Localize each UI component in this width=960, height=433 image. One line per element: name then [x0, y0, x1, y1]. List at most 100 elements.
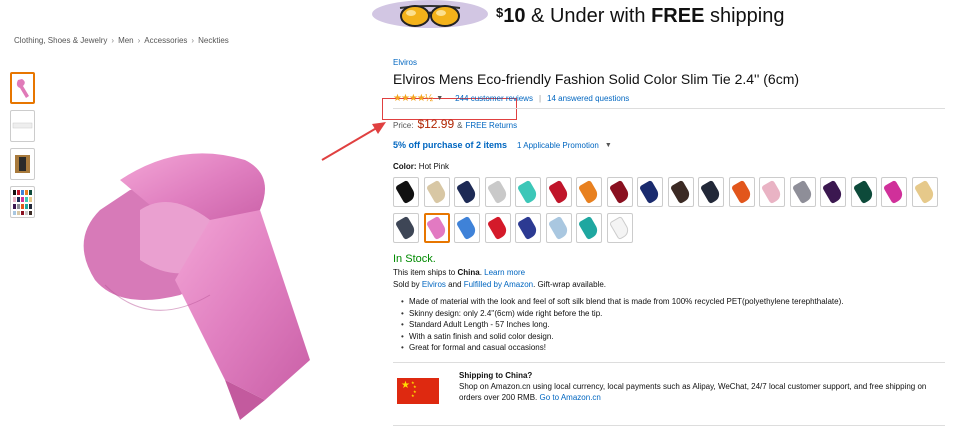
color-swatch[interactable] — [728, 177, 755, 207]
shipping-body: Shop on Amazon.cn using local currency, … — [459, 382, 927, 402]
price-row: Price: $12.99 & FREE Returns — [393, 117, 945, 131]
tie-swatch-icon — [516, 215, 540, 241]
tie-swatch-icon — [638, 179, 662, 205]
feature-bullet: Skinny design: only 2.4''(6cm) wide righ… — [401, 309, 945, 318]
sold-by-prefix: Sold by — [393, 280, 422, 289]
color-swatch[interactable] — [606, 177, 633, 207]
color-swatch[interactable] — [454, 177, 480, 207]
separator: | — [538, 94, 542, 103]
promo-text: 5% off purchase of 2 items — [393, 140, 508, 150]
color-swatch[interactable] — [515, 177, 541, 207]
color-swatch[interactable] — [576, 177, 602, 207]
color-swatch[interactable] — [423, 177, 450, 207]
feature-bullet: Great for formal and casual occasions! — [401, 343, 945, 352]
and-text: and — [445, 280, 464, 289]
price-amp: & — [457, 121, 463, 130]
shipping-to-china-box: ★ ★ ★ ★ ★ Shipping to China? Shop on Ama… — [393, 370, 945, 404]
color-swatch[interactable] — [454, 213, 480, 243]
color-swatch[interactable] — [393, 177, 419, 207]
breadcrumb-separator: › — [137, 36, 141, 45]
thumbnail-white-tie[interactable] — [10, 110, 35, 142]
color-swatch[interactable] — [393, 213, 419, 243]
tie-swatch-icon — [577, 215, 601, 241]
sunglasses-image — [370, 0, 490, 32]
color-swatch[interactable] — [423, 213, 450, 243]
tie-swatch-icon — [425, 179, 448, 205]
tie-swatch-icon — [760, 179, 784, 205]
price-value: $12.99 — [417, 117, 455, 131]
product-title: Elviros Mens Eco-friendly Fashion Solid … — [393, 71, 800, 87]
thumbnail-box[interactable] — [10, 148, 35, 180]
color-swatch[interactable] — [515, 213, 541, 243]
fulfilled-by-amazon-link[interactable]: Fulfilled by Amazon — [464, 280, 533, 289]
color-swatch[interactable] — [576, 213, 602, 243]
color-swatch[interactable] — [850, 177, 877, 207]
feature-bullet: With a satin finish and solid color desi… — [401, 332, 945, 341]
promo-banner[interactable]: $10 & Under with FREE shipping — [370, 0, 785, 32]
tie-swatch-icon — [394, 179, 418, 205]
color-swatch[interactable] — [759, 177, 785, 207]
stock-status: In Stock. — [393, 253, 436, 265]
tie-swatch-icon — [699, 179, 723, 205]
product-detail: Elviros Elviros Mens Eco-friendly Fashio… — [393, 58, 945, 355]
color-row: Color: Hot Pink — [393, 162, 945, 171]
brand-link[interactable]: Elviros — [393, 58, 945, 67]
color-swatches — [393, 177, 945, 249]
breadcrumb-clothing[interactable]: Clothing, Shoes & Jewelry — [14, 36, 107, 45]
shipping-title: Shipping to China? — [459, 371, 533, 380]
color-label: Color: — [393, 162, 417, 171]
go-to-amazon-cn-link[interactable]: Go to Amazon.cn — [540, 393, 601, 402]
color-swatch[interactable] — [820, 177, 846, 207]
banner-free: FREE — [651, 4, 705, 27]
rating-stars-icon[interactable]: ★★★★½ — [393, 93, 433, 104]
tie-swatch-icon — [486, 179, 509, 205]
tie-swatch-icon — [669, 179, 692, 205]
divider — [393, 362, 945, 363]
tie-swatch-icon — [608, 179, 631, 205]
color-swatch[interactable] — [698, 177, 724, 207]
color-swatch[interactable] — [545, 213, 572, 243]
tie-swatch-icon — [455, 179, 479, 205]
breadcrumb-men[interactable]: Men — [118, 36, 134, 45]
color-swatch[interactable] — [667, 177, 694, 207]
color-swatch[interactable] — [911, 177, 938, 207]
thumbnail-pink-tie[interactable] — [10, 72, 35, 104]
shipping-text: Shipping to China? Shop on Amazon.cn usi… — [459, 370, 939, 404]
tie-swatch-icon — [882, 179, 906, 205]
learn-more-link[interactable]: Learn more — [484, 268, 525, 277]
product-main-image[interactable] — [60, 120, 360, 430]
breadcrumb-accessories[interactable]: Accessories — [144, 36, 187, 45]
feature-bullet: Made of material with the look and feel … — [401, 297, 945, 306]
color-swatch[interactable] — [545, 177, 572, 207]
thumbnail-color-grid[interactable] — [10, 186, 35, 218]
banner-shipping: shipping — [704, 4, 785, 27]
tie-swatch-icon — [791, 179, 814, 205]
giftwrap-text: . Gift-wrap available. — [533, 280, 607, 289]
color-swatch[interactable] — [484, 177, 511, 207]
chevron-down-icon[interactable]: ▼ — [436, 95, 443, 102]
breadcrumb: Clothing, Shoes & Jewelry › Men › Accessorie… — [14, 36, 229, 45]
breadcrumb-separator: › — [111, 36, 115, 45]
feature-bullets: Made of material with the look and feel … — [393, 297, 945, 352]
color-swatch[interactable] — [881, 177, 907, 207]
chevron-down-icon[interactable]: ▼ — [605, 142, 612, 149]
ships-to-text: This item ships to China. Learn more — [393, 268, 945, 277]
china-flag-icon: ★ ★ ★ ★ ★ — [397, 378, 439, 404]
breadcrumb-separator: › — [191, 36, 195, 45]
color-swatch[interactable] — [789, 177, 816, 207]
banner-headline: $10 & Under with FREE shipping — [496, 5, 785, 28]
customer-reviews-link[interactable]: 244 customer reviews — [455, 94, 533, 103]
breadcrumb-neckties[interactable]: Neckties — [198, 36, 229, 45]
sold-by-text: Sold by Elviros and Fulfilled by Amazon.… — [393, 280, 945, 289]
color-swatch[interactable] — [484, 213, 511, 243]
answered-questions-link[interactable]: 14 answered questions — [547, 94, 629, 103]
free-returns-link[interactable]: FREE Returns — [466, 121, 518, 130]
tie-swatch-icon — [821, 179, 845, 205]
color-swatch[interactable] — [606, 213, 633, 243]
tie-swatch-icon — [425, 215, 448, 241]
tie-swatch-icon — [730, 179, 753, 205]
ratings-row: ★★★★½ ▼ 244 customer reviews | 14 answer… — [393, 93, 945, 104]
seller-link[interactable]: Elviros — [422, 280, 446, 289]
applicable-promotion-link[interactable]: 1 Applicable Promotion — [517, 141, 599, 150]
color-swatch[interactable] — [637, 177, 663, 207]
